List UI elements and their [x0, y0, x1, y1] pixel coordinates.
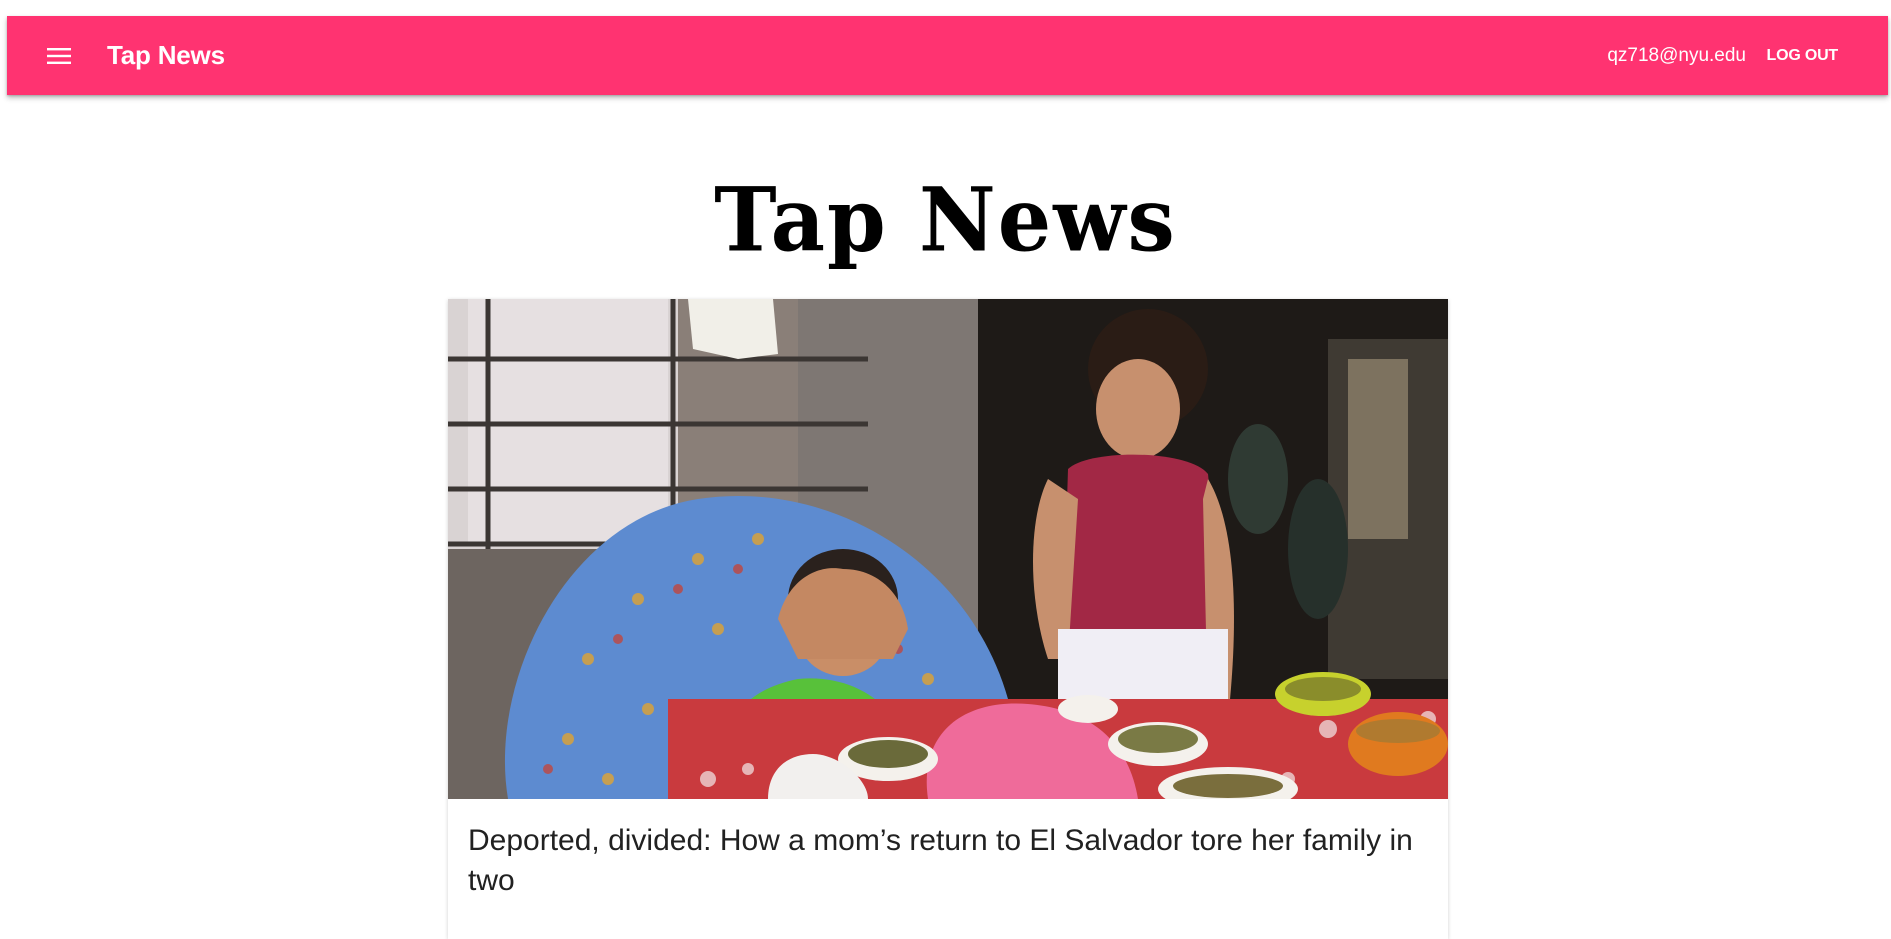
news-card[interactable]: Deported, divided: How a mom’s return to… — [448, 299, 1448, 939]
menu-button[interactable] — [31, 36, 87, 76]
masthead-logo: Tap News — [714, 167, 1177, 272]
app-bar: Tap News qz718@nyu.edu LOG OUT — [7, 16, 1888, 95]
app-title: Tap News — [107, 40, 225, 70]
news-image[interactable] — [448, 299, 1448, 799]
hamburger-menu-icon — [47, 47, 71, 65]
user-email: qz718@nyu.edu — [1607, 45, 1746, 66]
news-title[interactable]: Deported, divided: How a mom’s return to… — [448, 799, 1448, 901]
logout-button[interactable]: LOG OUT — [1757, 36, 1848, 76]
